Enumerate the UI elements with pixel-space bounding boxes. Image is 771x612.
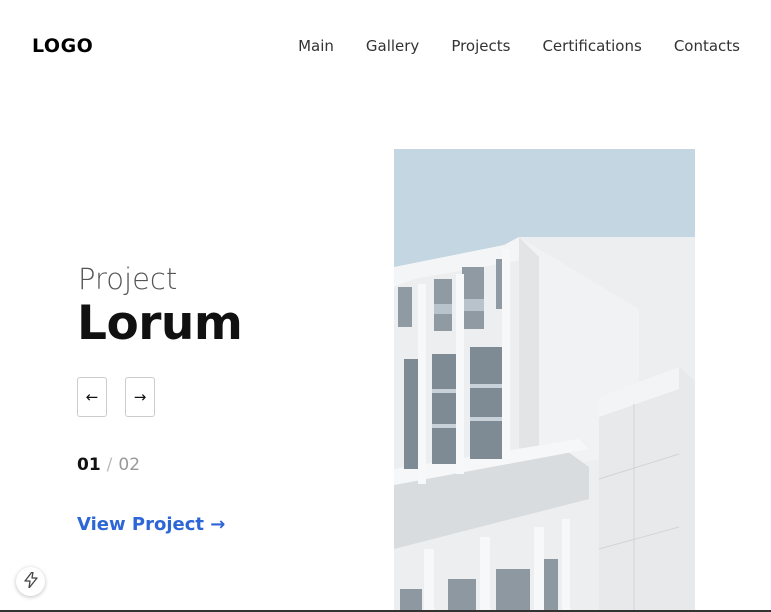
main-nav: Main Gallery Projects Certifications Con…	[298, 37, 740, 55]
nav-item-main[interactable]: Main	[298, 37, 334, 55]
prev-button[interactable]: ←	[77, 377, 107, 417]
next-button[interactable]: →	[125, 377, 155, 417]
view-project-link[interactable]: View Project →	[77, 514, 225, 535]
project-image	[394, 149, 695, 612]
nav-item-certifications[interactable]: Certifications	[542, 37, 641, 55]
current-slide: 01	[77, 455, 101, 475]
site-header: LOGO Main Gallery Projects Certification…	[0, 0, 771, 95]
hero-subtitle: Project	[78, 262, 178, 296]
counter-separator: /	[106, 455, 113, 475]
nav-item-projects[interactable]: Projects	[451, 37, 510, 55]
total-slides: 02	[118, 455, 141, 475]
nav-item-contacts[interactable]: Contacts	[674, 37, 740, 55]
lightning-icon	[23, 570, 38, 592]
lightning-button[interactable]	[16, 567, 45, 596]
arrow-right-icon: →	[133, 388, 147, 406]
nav-item-gallery[interactable]: Gallery	[366, 37, 419, 55]
slide-counter: 01/02	[77, 455, 140, 475]
arrow-left-icon: ←	[85, 388, 99, 406]
hero-title: Lorum	[77, 296, 243, 351]
logo[interactable]: LOGO	[32, 35, 93, 57]
